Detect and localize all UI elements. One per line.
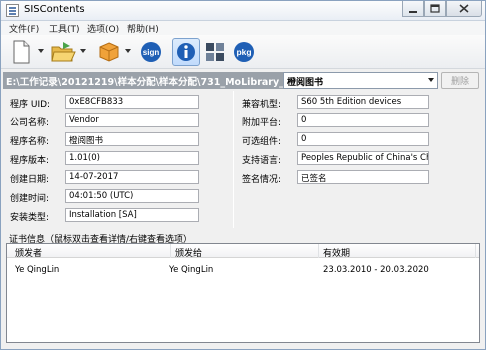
field-label-version: 程序版本: [10, 156, 50, 166]
package-select[interactable]: 橙阅图书 [283, 72, 438, 89]
field-value-vendor[interactable]: Vendor [65, 113, 199, 127]
components-icon [206, 43, 224, 61]
app-window: SISContents 文件(F) 工具(T) 选项(O) 帮助(H) sign… [0, 0, 486, 350]
delete-button[interactable]: 删除 [441, 72, 479, 89]
pkg-icon: pkg [234, 42, 254, 62]
info-button[interactable] [172, 38, 200, 66]
column-header-validity[interactable]: 有效期 [323, 246, 350, 259]
field-label-uid: 程序 UID: [10, 100, 51, 110]
column-header-issued-to[interactable]: 颁发给 [175, 246, 202, 259]
field-value-version[interactable]: 1.01(0) [65, 151, 199, 165]
sign-button[interactable]: sign [137, 38, 165, 66]
maximize-icon [430, 4, 440, 13]
field-value-platforms[interactable]: 0 [297, 113, 429, 127]
open-folder-icon [51, 42, 76, 62]
pkg-button[interactable]: pkg [230, 38, 258, 66]
field-label-app-name: 程序名称: [10, 137, 50, 147]
menu-tools[interactable]: 工具(T) [49, 22, 80, 35]
cell-issued-to: Ye QingLin [169, 265, 214, 275]
panel-divider [233, 91, 234, 228]
field-value-components[interactable]: 0 [297, 132, 429, 146]
field-label-languages: 支持语言: [242, 156, 282, 166]
column-divider[interactable] [475, 244, 476, 258]
field-label-create-date: 创建日期: [10, 175, 50, 185]
column-header-issuer[interactable]: 颁发者 [15, 246, 42, 259]
cell-validity: 23.03.2010 - 20.03.2020 [323, 265, 429, 275]
field-value-signature[interactable]: 已签名 [297, 170, 429, 184]
certificates-list[interactable]: 颁发者 颁发给 有效期 Ye QingLin Ye QingLin 23.03.… [6, 243, 480, 343]
package-dropdown-icon[interactable] [125, 49, 131, 53]
components-button[interactable] [201, 38, 229, 66]
field-label-devices: 兼容机型: [242, 100, 282, 110]
window-title: SISContents [24, 4, 85, 15]
open-folder-button[interactable] [49, 38, 77, 66]
field-value-install-type[interactable]: Installation [SA] [65, 208, 199, 222]
package-button[interactable] [95, 38, 123, 66]
field-value-languages[interactable]: Peoples Republic of China's Chinese [297, 151, 429, 165]
new-file-icon [13, 40, 30, 64]
info-icon [177, 43, 195, 61]
menu-options[interactable]: 选项(O) [87, 22, 119, 35]
open-folder-dropdown-icon[interactable] [80, 49, 86, 53]
app-icon [6, 4, 19, 17]
field-value-create-date[interactable]: 14-07-2017 [65, 170, 199, 184]
sign-icon-label: sign [143, 48, 160, 57]
chevron-down-icon[interactable] [428, 78, 434, 82]
window-controls [402, 1, 482, 18]
field-label-create-time: 创建时间: [10, 194, 50, 204]
package-select-value: 橙阅图书 [287, 78, 324, 88]
toolbar: sign pkg [1, 35, 485, 69]
title-bar: SISContents [1, 1, 485, 21]
new-file-button[interactable] [7, 38, 35, 66]
field-label-platforms: 附加平台: [242, 118, 282, 128]
close-icon [459, 4, 469, 13]
new-file-dropdown-icon[interactable] [38, 49, 44, 53]
field-value-devices[interactable]: S60 5th Edition devices [297, 95, 429, 109]
field-label-install-type: 安装类型: [10, 213, 50, 223]
close-button[interactable] [446, 1, 482, 17]
minimize-icon [409, 10, 417, 13]
list-header: 颁发者 颁发给 有效期 [7, 244, 479, 259]
field-value-create-time[interactable]: 04:01:50 (UTC) [65, 189, 199, 203]
menu-help[interactable]: 帮助(H) [127, 22, 159, 35]
package-icon [99, 42, 119, 62]
field-label-components: 可选组件: [242, 137, 282, 147]
cell-issuer: Ye QingLin [15, 265, 60, 275]
menu-bar: 文件(F) 工具(T) 选项(O) 帮助(H) [1, 21, 485, 35]
field-label-signature: 签名情况: [242, 175, 282, 185]
sign-icon: sign [141, 42, 161, 62]
table-row[interactable]: Ye QingLin Ye QingLin 23.03.2010 - 20.03… [7, 264, 479, 278]
field-value-uid[interactable]: 0xE8CFB833 [65, 95, 199, 109]
pkg-icon-label: pkg [236, 47, 251, 57]
field-label-vendor: 公司名称: [10, 118, 50, 128]
menu-file[interactable]: 文件(F) [9, 22, 39, 35]
column-divider[interactable] [318, 244, 319, 258]
maximize-button[interactable] [424, 1, 446, 17]
path-bar: E:\工作记录\20121219\样本分配\样本分配\731_MoLibrary… [1, 70, 485, 90]
file-path: E:\工作记录\20121219\样本分配\样本分配\731_MoLibrary… [3, 72, 283, 89]
field-value-app-name[interactable]: 橙阅图书 [65, 132, 199, 146]
minimize-button[interactable] [402, 1, 424, 17]
column-divider[interactable] [170, 244, 171, 258]
